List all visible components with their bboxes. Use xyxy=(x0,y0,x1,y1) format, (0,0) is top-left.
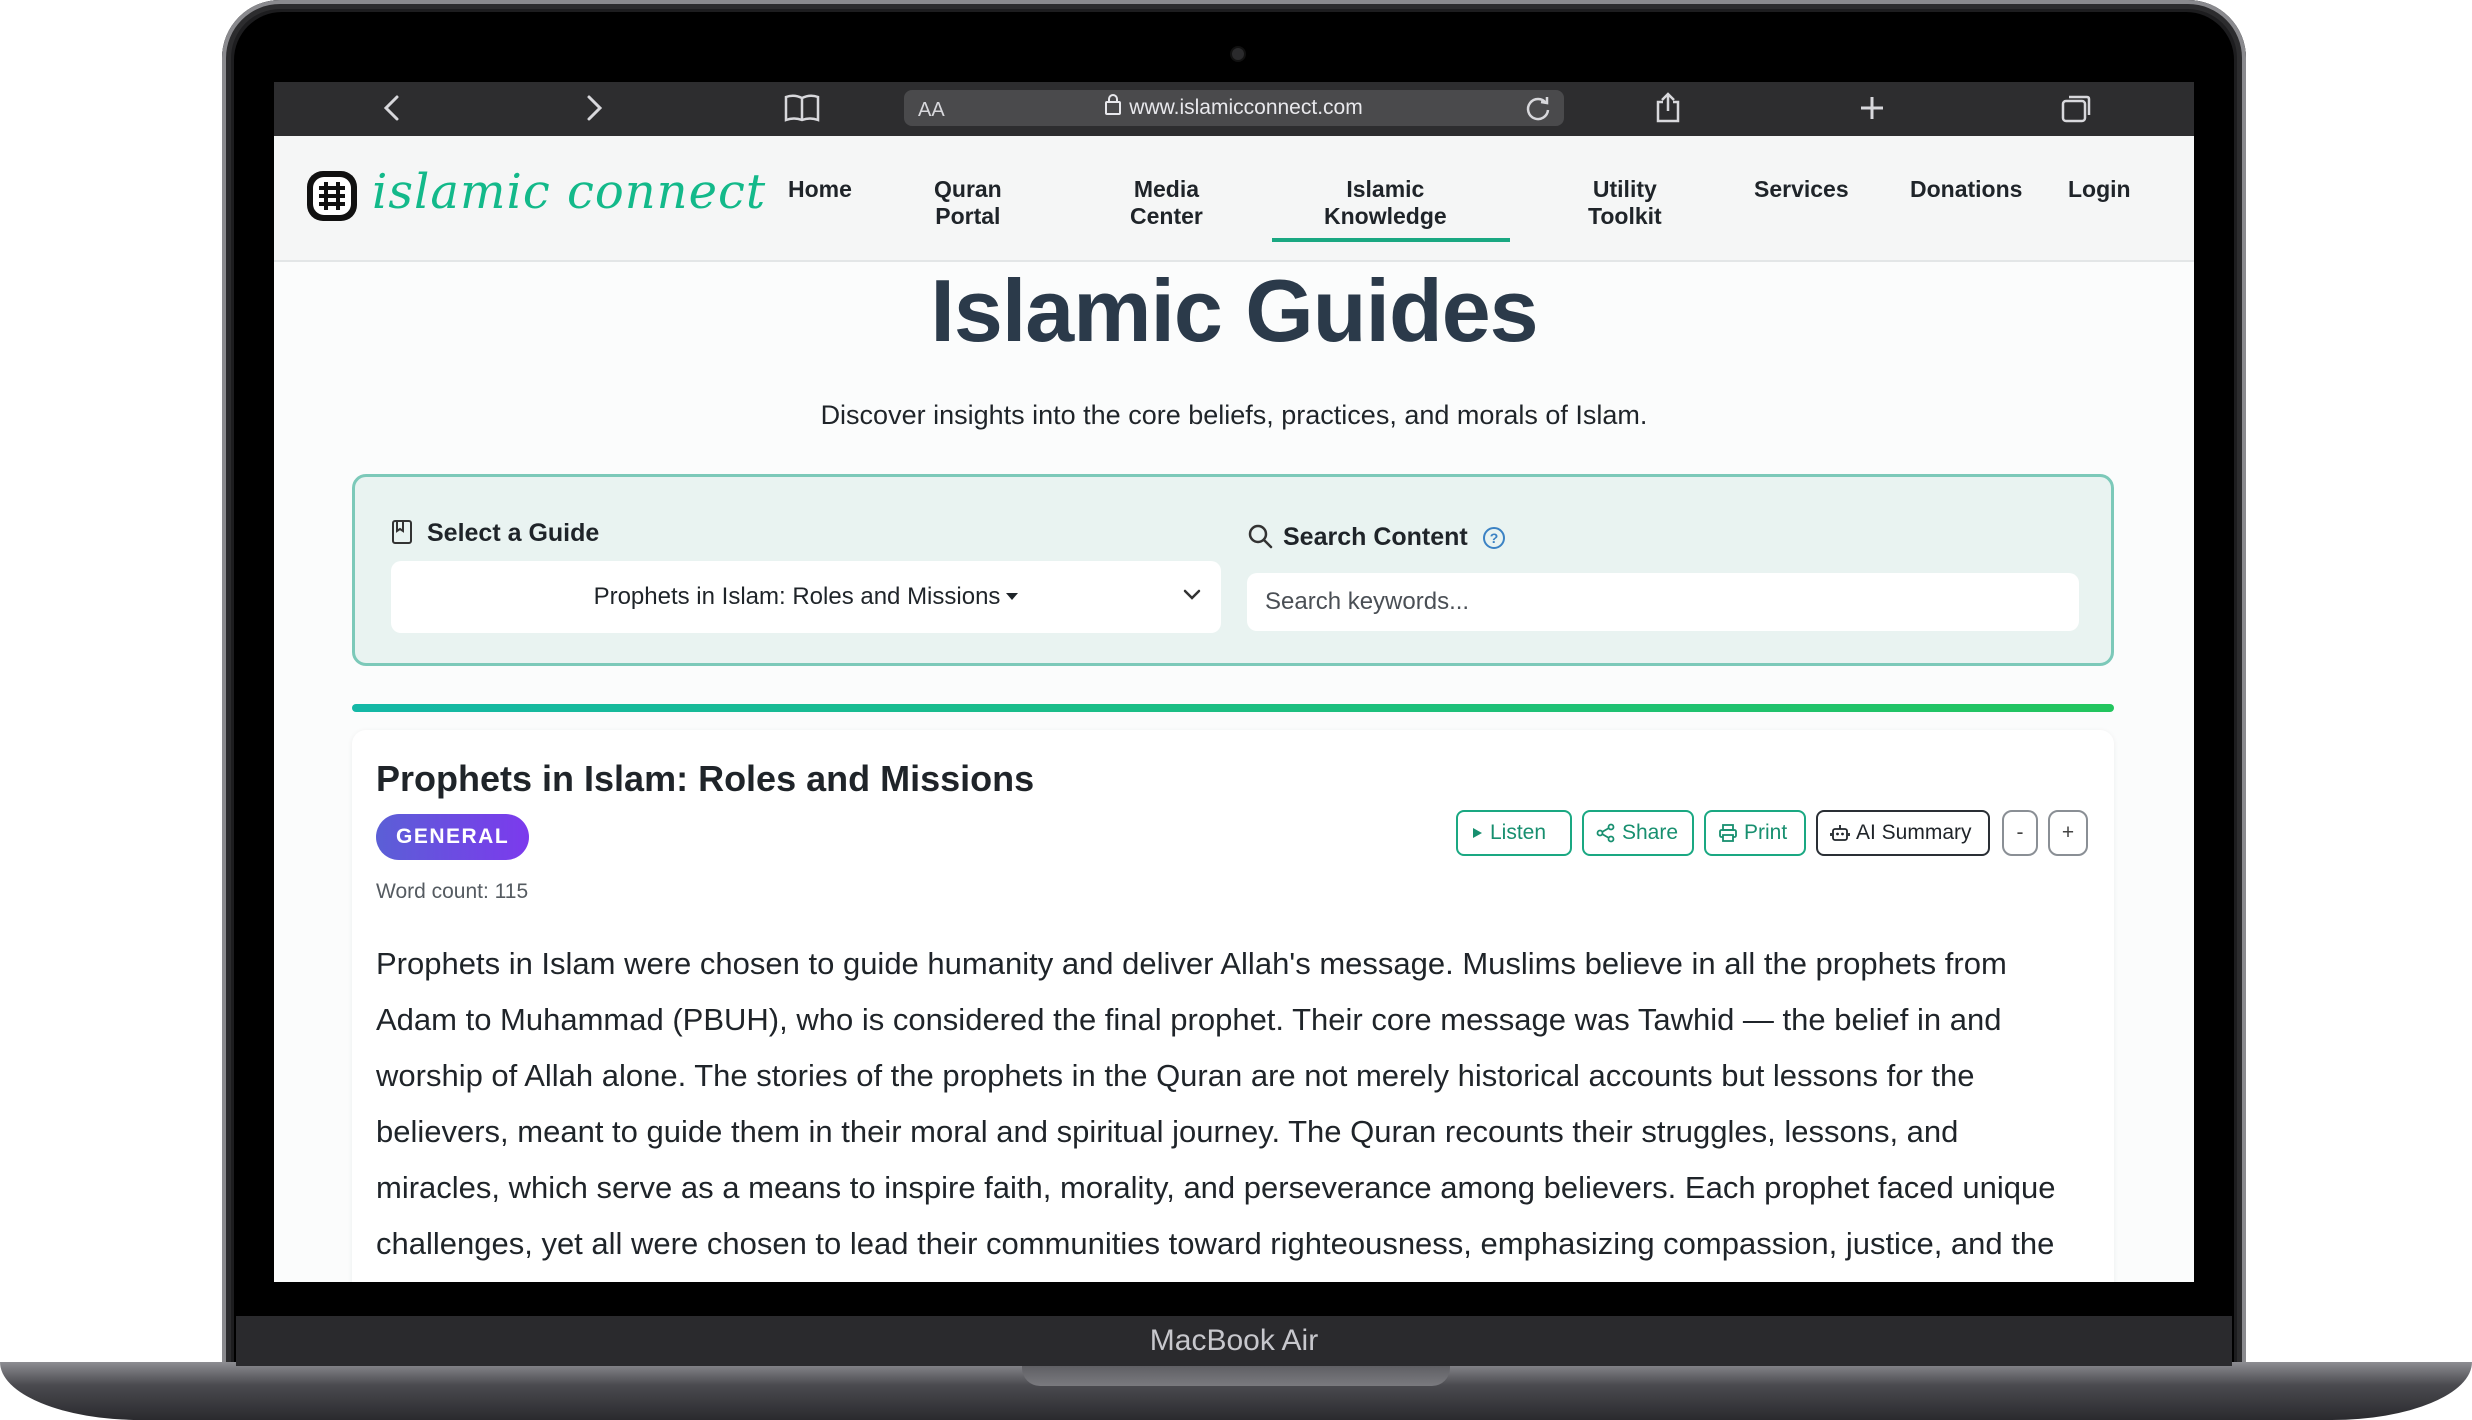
forward-icon[interactable] xyxy=(574,88,614,128)
search-icon xyxy=(1247,523,1273,549)
nav-utility-toolkit-label-2: Toolkit xyxy=(1588,203,1662,229)
share-nodes-icon xyxy=(1596,823,1615,843)
chevron-down-icon xyxy=(1181,583,1203,605)
url-text: www.islamicconnect.com xyxy=(904,94,1564,120)
nav-media-center[interactable]: Media Center xyxy=(1130,176,1203,230)
nav-quran-portal-label-2: Portal xyxy=(935,203,1001,229)
guide-select-value: Prophets in Islam: Roles and Missions xyxy=(391,583,1221,611)
decrease-font-label: - xyxy=(2016,821,2024,844)
device-label: MacBook Air xyxy=(1149,1324,1319,1357)
nav-quran-portal-label-1: Quran xyxy=(934,176,1002,202)
active-nav-indicator xyxy=(1272,238,1510,242)
guide-title: Prophets in Islam: Roles and Missions xyxy=(376,758,1035,799)
guide-body-text: Prophets in Islam were chosen to guide h… xyxy=(376,946,2056,1261)
nav-islamic-knowledge-label-1: Islamic xyxy=(1346,176,1425,202)
share-button-label: Share xyxy=(1622,821,1679,844)
nav-donations-label: Donations xyxy=(1910,176,2023,202)
guide-select-dropdown[interactable]: Prophets in Islam: Roles and Missions xyxy=(391,561,1221,633)
nav-services[interactable]: Services xyxy=(1754,176,1849,203)
ai-summary-button-label: AI Summary xyxy=(1856,821,1972,844)
nav-donations[interactable]: Donations xyxy=(1910,176,2022,203)
bookmarks-icon[interactable] xyxy=(782,88,822,128)
guide-selector-panel: Select a Guide Prophets in Islam: Roles … xyxy=(352,474,2114,666)
increase-font-button[interactable]: + xyxy=(2048,810,2088,856)
logo-text[interactable]: islamic connect xyxy=(372,164,766,220)
caret-down-icon xyxy=(1006,593,1019,600)
url-value: www.islamicconnect.com xyxy=(1129,96,1363,119)
guide-card: Prophets in Islam: Roles and Missions GE… xyxy=(352,730,2114,1282)
screen: AA www.islamicconnect.com islamic connec… xyxy=(274,82,2194,1282)
address-bar[interactable]: AA www.islamicconnect.com xyxy=(904,90,1564,126)
laptop-chin: MacBook Air xyxy=(236,1316,2232,1366)
printer-icon xyxy=(1719,824,1737,842)
nav-islamic-knowledge-label-2: Knowledge xyxy=(1324,203,1447,229)
play-icon xyxy=(1473,828,1482,838)
reload-icon[interactable] xyxy=(1518,88,1558,128)
guide-book-icon xyxy=(391,519,413,545)
new-tab-icon[interactable] xyxy=(1852,88,1892,128)
robot-icon xyxy=(1830,825,1850,841)
listen-button[interactable]: Listen xyxy=(1456,810,1572,856)
nav-quran-portal[interactable]: Quran Portal xyxy=(934,176,1002,230)
nav-login[interactable]: Login xyxy=(2068,176,2131,203)
nav-services-label: Services xyxy=(1754,176,1849,202)
help-icon[interactable]: ? xyxy=(1483,527,1505,549)
search-input[interactable] xyxy=(1247,573,2079,631)
nav-login-label: Login xyxy=(2068,176,2131,202)
reading-progress-bar xyxy=(352,704,2114,712)
tabs-overview-icon[interactable] xyxy=(2056,88,2096,128)
site-header: islamic connect Home Quran Portal Media Ce… xyxy=(274,136,2194,262)
print-button-label: Print xyxy=(1744,821,1788,844)
camera-icon xyxy=(1232,48,1244,60)
nav-utility-toolkit-label-1: Utility xyxy=(1592,176,1657,202)
page-subtitle: Discover insights into the core beliefs,… xyxy=(820,400,1648,430)
nav-media-center-label-2: Center xyxy=(1130,203,1203,229)
guide-select-value-text: Prophets in Islam: Roles and Missions xyxy=(593,583,1001,610)
ai-summary-button[interactable]: AI Summary xyxy=(1816,810,1990,856)
back-icon[interactable] xyxy=(372,88,412,128)
nav-home-label: Home xyxy=(788,176,852,202)
decrease-font-button[interactable]: - xyxy=(2002,810,2038,856)
nav-islamic-knowledge[interactable]: Islamic Knowledge xyxy=(1324,176,1447,230)
increase-font-label: + xyxy=(2061,821,2075,844)
nav-media-center-label-1: Media xyxy=(1133,176,1200,202)
category-badge: GENERAL xyxy=(376,814,530,860)
search-content-label: Search Content xyxy=(1283,523,1468,551)
share-icon[interactable] xyxy=(1648,88,1688,128)
lock-icon xyxy=(1105,94,1122,115)
logo-icon[interactable] xyxy=(304,168,360,224)
share-button[interactable]: Share xyxy=(1582,810,1694,856)
nav-utility-toolkit[interactable]: Utility Toolkit xyxy=(1588,176,1662,230)
print-button[interactable]: Print xyxy=(1704,810,1806,856)
browser-toolbar: AA www.islamicconnect.com xyxy=(274,82,2194,136)
listen-button-label: Listen xyxy=(1490,821,1547,844)
nav-home[interactable]: Home xyxy=(788,176,852,203)
word-count: Word count: 115 xyxy=(376,880,529,903)
page-title: Islamic Guides xyxy=(930,261,1538,360)
guide-select-label: Select a Guide xyxy=(427,519,600,547)
